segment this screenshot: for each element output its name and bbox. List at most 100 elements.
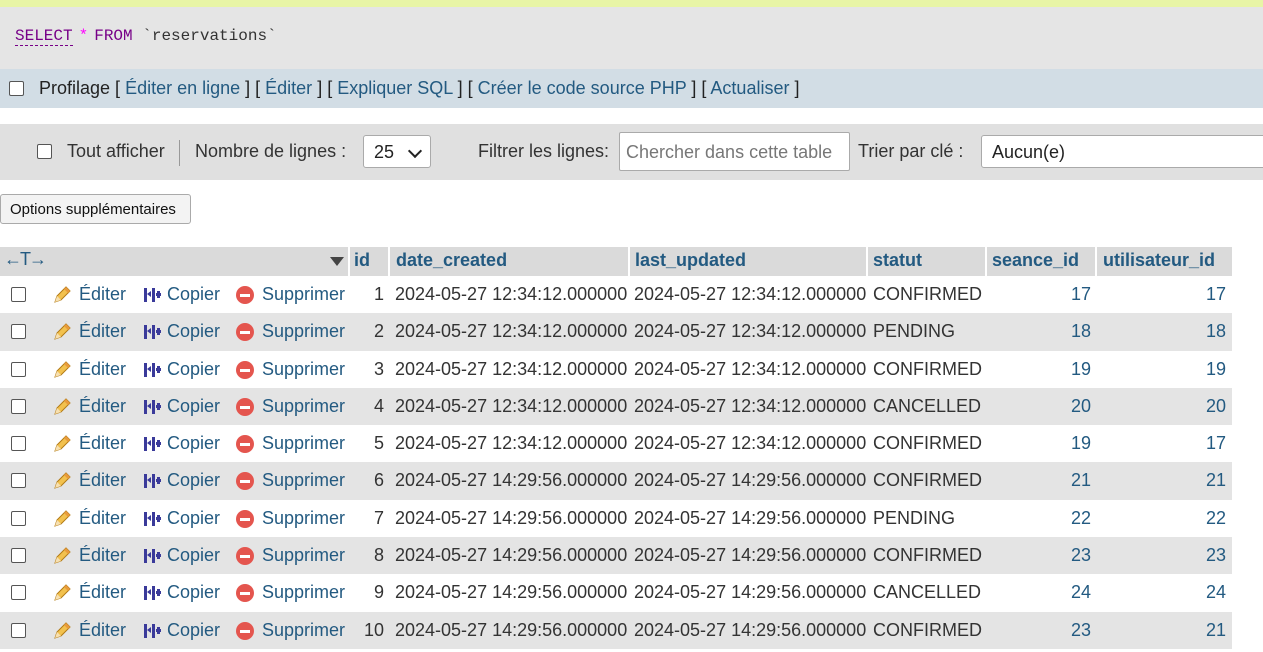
cell-date-created[interactable]: 2024-05-27 12:34:12.000000 <box>395 388 627 425</box>
cell-utilisateur-id[interactable]: 21 <box>1100 612 1226 649</box>
pencil-icon[interactable] <box>52 621 72 641</box>
edit-row-link[interactable]: Éditer <box>79 574 126 611</box>
cell-utilisateur-id[interactable]: 17 <box>1100 425 1226 462</box>
delete-row-link[interactable]: Supprimer <box>262 276 345 313</box>
pencil-icon[interactable] <box>52 360 72 380</box>
cell-seance-id[interactable]: 18 <box>990 313 1091 350</box>
cell-statut[interactable]: CONFIRMED <box>873 276 982 313</box>
cell-last-updated[interactable]: 2024-05-27 12:34:12.000000 <box>634 425 866 462</box>
copy-icon[interactable] <box>142 621 162 641</box>
copy-icon[interactable] <box>142 397 162 417</box>
cell-utilisateur-id[interactable]: 21 <box>1100 462 1226 499</box>
row-checkbox[interactable] <box>11 361 26 377</box>
copy-row-link[interactable]: Copier <box>167 574 220 611</box>
cell-id[interactable]: 10 <box>352 612 384 649</box>
edit-row-link[interactable]: Éditer <box>79 276 126 313</box>
edit-row-link[interactable]: Éditer <box>79 313 126 350</box>
delete-icon[interactable] <box>236 621 254 640</box>
row-checkbox[interactable] <box>11 622 26 638</box>
cell-statut[interactable]: CONFIRMED <box>873 462 982 499</box>
cell-date-created[interactable]: 2024-05-27 14:29:56.000000 <box>395 462 627 499</box>
edit-row-link[interactable]: Éditer <box>79 500 126 537</box>
cell-last-updated[interactable]: 2024-05-27 12:34:12.000000 <box>634 351 866 388</box>
cell-statut[interactable]: CONFIRMED <box>873 537 982 574</box>
row-checkbox[interactable] <box>11 585 26 601</box>
cell-last-updated[interactable]: 2024-05-27 14:29:56.000000 <box>634 462 866 499</box>
refresh-link[interactable]: Actualiser <box>710 78 789 98</box>
copy-icon[interactable] <box>142 471 162 491</box>
delete-row-link[interactable]: Supprimer <box>262 574 345 611</box>
row-checkbox[interactable] <box>11 398 26 414</box>
delete-row-link[interactable]: Supprimer <box>262 462 345 499</box>
cell-statut[interactable]: PENDING <box>873 313 955 350</box>
cell-statut[interactable]: CANCELLED <box>873 574 981 611</box>
delete-row-link[interactable]: Supprimer <box>262 500 345 537</box>
cell-date-created[interactable]: 2024-05-27 12:34:12.000000 <box>395 425 627 462</box>
header-id[interactable]: id <box>354 247 370 274</box>
header-statut[interactable]: statut <box>873 247 922 274</box>
column-arrows-icon[interactable]: ←T→ <box>4 249 47 270</box>
cell-last-updated[interactable]: 2024-05-27 14:29:56.000000 <box>634 574 866 611</box>
header-seance-id[interactable]: seance_id <box>992 247 1079 274</box>
delete-row-link[interactable]: Supprimer <box>262 425 345 462</box>
profiling-label[interactable]: Profilage <box>39 78 110 98</box>
row-checkbox[interactable] <box>11 548 26 564</box>
cell-utilisateur-id[interactable]: 22 <box>1100 500 1226 537</box>
cell-id[interactable]: 8 <box>352 537 384 574</box>
cell-statut[interactable]: CONFIRMED <box>873 351 982 388</box>
cell-id[interactable]: 9 <box>352 574 384 611</box>
cell-seance-id[interactable]: 24 <box>990 574 1091 611</box>
pencil-icon[interactable] <box>52 322 72 342</box>
row-checkbox[interactable] <box>11 324 26 340</box>
cell-last-updated[interactable]: 2024-05-27 12:34:12.000000 <box>634 313 866 350</box>
edit-row-link[interactable]: Éditer <box>79 425 126 462</box>
cell-last-updated[interactable]: 2024-05-27 14:29:56.000000 <box>634 500 866 537</box>
delete-row-link[interactable]: Supprimer <box>262 388 345 425</box>
extra-options-button[interactable]: Options supplémentaires <box>0 194 191 224</box>
edit-link[interactable]: Éditer <box>265 78 312 98</box>
delete-icon[interactable] <box>236 397 254 416</box>
cell-id[interactable]: 4 <box>352 388 384 425</box>
profiling-checkbox[interactable] <box>9 81 24 96</box>
delete-icon[interactable] <box>236 472 254 491</box>
cell-seance-id[interactable]: 20 <box>990 388 1091 425</box>
delete-row-link[interactable]: Supprimer <box>262 612 345 649</box>
delete-icon[interactable] <box>236 323 254 342</box>
cell-seance-id[interactable]: 23 <box>990 612 1091 649</box>
delete-icon[interactable] <box>236 584 254 603</box>
pencil-icon[interactable] <box>52 509 72 529</box>
delete-row-link[interactable]: Supprimer <box>262 313 345 350</box>
cell-id[interactable]: 1 <box>352 276 384 313</box>
cell-utilisateur-id[interactable]: 19 <box>1100 351 1226 388</box>
edit-row-link[interactable]: Éditer <box>79 612 126 649</box>
copy-row-link[interactable]: Copier <box>167 388 220 425</box>
copy-row-link[interactable]: Copier <box>167 500 220 537</box>
cell-last-updated[interactable]: 2024-05-27 14:29:56.000000 <box>634 537 866 574</box>
cell-id[interactable]: 7 <box>352 500 384 537</box>
header-date-created[interactable]: date_created <box>396 247 507 274</box>
pencil-icon[interactable] <box>52 285 72 305</box>
cell-date-created[interactable]: 2024-05-27 14:29:56.000000 <box>395 537 627 574</box>
copy-row-link[interactable]: Copier <box>167 276 220 313</box>
pencil-icon[interactable] <box>52 397 72 417</box>
pencil-icon[interactable] <box>52 583 72 603</box>
copy-row-link[interactable]: Copier <box>167 612 220 649</box>
delete-row-link[interactable]: Supprimer <box>262 351 345 388</box>
cell-last-updated[interactable]: 2024-05-27 12:34:12.000000 <box>634 388 866 425</box>
edit-inline-link[interactable]: Éditer en ligne <box>125 78 240 98</box>
copy-row-link[interactable]: Copier <box>167 351 220 388</box>
cell-utilisateur-id[interactable]: 17 <box>1100 276 1226 313</box>
show-all-label[interactable]: Tout afficher <box>67 141 165 162</box>
create-php-link[interactable]: Créer le code source PHP <box>478 78 687 98</box>
cell-id[interactable]: 2 <box>352 313 384 350</box>
cell-id[interactable]: 5 <box>352 425 384 462</box>
cell-statut[interactable]: CONFIRMED <box>873 612 982 649</box>
cell-utilisateur-id[interactable]: 24 <box>1100 574 1226 611</box>
pencil-icon[interactable] <box>52 434 72 454</box>
cell-utilisateur-id[interactable]: 23 <box>1100 537 1226 574</box>
cell-seance-id[interactable]: 19 <box>990 351 1091 388</box>
cell-date-created[interactable]: 2024-05-27 12:34:12.000000 <box>395 313 627 350</box>
pencil-icon[interactable] <box>52 546 72 566</box>
cell-statut[interactable]: PENDING <box>873 500 955 537</box>
explain-sql-link[interactable]: Expliquer SQL <box>337 78 452 98</box>
